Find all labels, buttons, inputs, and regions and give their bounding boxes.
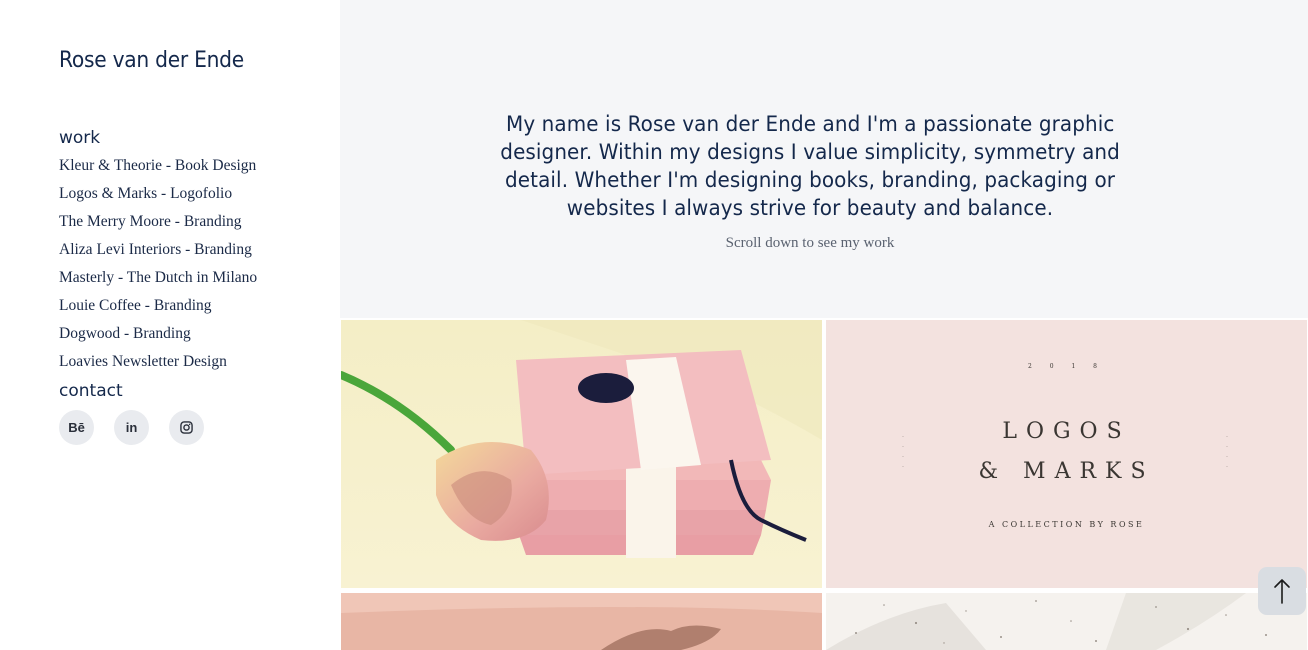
decorative-marks-left: · · · ·	[902, 434, 904, 470]
nav-item-logos-marks[interactable]: Logos & Marks - Logofolio	[59, 184, 257, 212]
work-nav-list: Kleur & Theorie - Book Design Logos & Ma…	[59, 156, 257, 380]
intro-text: My name is Rose van der Ende and I'm a p…	[470, 110, 1150, 222]
nav-item-aliza-levi[interactable]: Aliza Levi Interiors - Branding	[59, 240, 257, 268]
nav-item-dogwood[interactable]: Dogwood - Branding	[59, 324, 257, 352]
decorative-marks-right: · · · ·	[1226, 434, 1228, 470]
nav-item-louie-coffee[interactable]: Louie Coffee - Branding	[59, 296, 257, 324]
logos-title-line1: LOGOS	[1002, 419, 1131, 444]
instagram-icon	[180, 421, 193, 434]
nav-item-merry-moore[interactable]: The Merry Moore - Branding	[59, 212, 257, 240]
project-tile-kleur-theorie[interactable]	[341, 320, 822, 588]
speckled-photo-image	[826, 593, 1307, 650]
back-to-top-button[interactable]	[1258, 567, 1306, 615]
project-tile-aliza-levi[interactable]	[826, 593, 1307, 650]
intro-line-2: designer. Within my designs I value simp…	[500, 140, 1120, 164]
intro-line-1: My name is Rose van der Ende and I'm a p…	[505, 112, 1115, 136]
project-tile-logos-marks[interactable]: 2 0 1 8 LOGOS & MARKS A COLLECTION BY RO…	[826, 320, 1307, 588]
linkedin-icon: in	[125, 420, 138, 435]
project-tile-merry-moore[interactable]	[341, 593, 822, 650]
logos-title-line2: & MARKS	[978, 459, 1155, 484]
pink-photo-image	[341, 593, 822, 650]
intro-line-4: websites I always strive for beauty and …	[566, 196, 1054, 220]
logos-title: LOGOS & MARKS	[826, 412, 1307, 492]
nav-item-loavies[interactable]: Loavies Newsletter Design	[59, 352, 257, 380]
site-title[interactable]: Rose van der Ende	[59, 48, 244, 73]
behance-icon: Bē	[68, 420, 85, 435]
linkedin-link[interactable]: in	[114, 410, 149, 445]
intro-panel: My name is Rose van der Ende and I'm a p…	[340, 0, 1308, 318]
logos-subtitle: A COLLECTION BY ROSE	[988, 520, 1145, 529]
sidebar: Rose van der Ende work Kleur & Theorie -…	[0, 0, 340, 650]
book-photo-image	[341, 320, 822, 588]
logos-year: 2 0 1 8	[1028, 363, 1105, 370]
behance-link[interactable]: Bē	[59, 410, 94, 445]
nav-item-masterly[interactable]: Masterly - The Dutch in Milano	[59, 268, 257, 296]
nav-heading-work[interactable]: work	[59, 128, 100, 148]
intro-line-3: detail. Whether I'm designing books, bra…	[505, 168, 1115, 192]
social-links: Bē in	[59, 410, 204, 445]
nav-heading-contact[interactable]: contact	[59, 381, 123, 401]
nav-item-kleur-theorie[interactable]: Kleur & Theorie - Book Design	[59, 156, 257, 184]
instagram-link[interactable]	[169, 410, 204, 445]
scroll-hint: Scroll down to see my work	[725, 235, 895, 251]
arrow-up-icon	[1274, 579, 1290, 604]
